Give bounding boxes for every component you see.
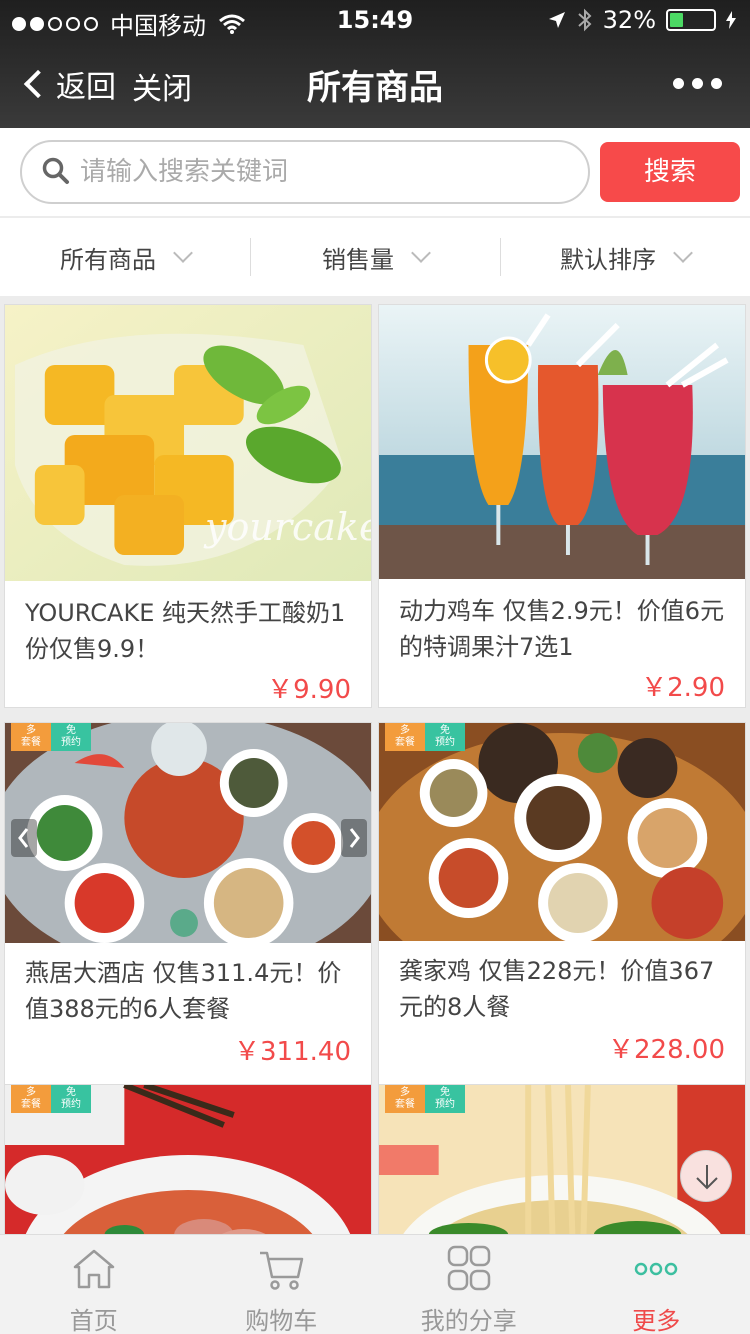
tab-cart-label: 购物车 — [245, 1307, 318, 1334]
product-image — [5, 723, 371, 943]
arrow-down-icon — [696, 1165, 718, 1190]
product-price: ￥9.90 — [267, 675, 351, 705]
tab-more[interactable]: 更多 — [563, 1235, 750, 1334]
cart-icon — [260, 1251, 304, 1290]
no-reservation-badge: 免 预约 — [425, 1085, 465, 1113]
chevron-down-icon — [173, 243, 193, 263]
search-placeholder: 请输入搜索关键词 — [80, 157, 289, 187]
filter-bar: 所有商品 销售量 默认排序 — [0, 218, 750, 296]
combo-badge: 多 套餐 — [385, 723, 425, 751]
charging-bolt-icon — [726, 11, 736, 29]
product-image — [379, 305, 745, 579]
image-watermark: yourcake — [205, 505, 372, 549]
product-title: 燕居大酒店 仅售311.4元！价值388元的6人套餐 — [25, 959, 342, 1023]
carousel-next-icon[interactable] — [341, 819, 367, 857]
combo-badge: 多 套餐 — [385, 1085, 425, 1113]
filter-sales[interactable]: 销售量 — [250, 218, 500, 296]
product-price: ￥228.00 — [608, 1035, 725, 1065]
tab-share[interactable]: 我的分享 — [375, 1235, 563, 1334]
tab-home[interactable]: 首页 — [0, 1235, 188, 1334]
product-card[interactable]: 动力鸡车 仅售2.9元！价值6元的特调果汁7选1 ￥2.90 — [378, 304, 746, 708]
combo-badge: 多 套餐 — [11, 723, 51, 751]
no-reservation-badge: 免 预约 — [51, 723, 91, 751]
nav-bar: 返回 关闭 所有商品 — [0, 40, 750, 128]
battery-percent: 32% — [602, 6, 656, 34]
chevron-down-icon — [411, 243, 431, 263]
status-bar: 中国移动 15:49 32% — [0, 0, 750, 40]
search-icon — [42, 157, 69, 184]
product-price: ￥311.40 — [234, 1037, 351, 1067]
search-button[interactable]: 搜索 — [600, 142, 740, 202]
tab-share-label: 我的分享 — [420, 1307, 517, 1334]
badge-group: 多 套餐 免 预约 — [11, 1085, 91, 1113]
badge-group: 多 套餐 免 预约 — [385, 723, 465, 751]
product-grid: yourcake YOURCAKE 纯天然手工酸奶1份仅售9.9！ ￥9.90 — [0, 298, 750, 1234]
product-title: 动力鸡车 仅售2.9元！价值6元的特调果汁7选1 — [399, 597, 725, 661]
badge-group: 多 套餐 免 预约 — [11, 723, 91, 751]
page-title: 所有商品 — [307, 68, 443, 108]
filter-sort-label: 默认排序 — [560, 245, 656, 274]
scroll-down-button[interactable] — [680, 1150, 732, 1202]
no-reservation-badge: 免 预约 — [51, 1085, 91, 1113]
location-arrow-icon — [548, 12, 565, 28]
tab-bar: 首页 购物车 我的分享 更多 — [0, 1234, 750, 1334]
grid-icon — [447, 1245, 490, 1291]
product-price: ￥2.90 — [641, 673, 725, 703]
filter-category[interactable]: 所有商品 — [0, 218, 250, 296]
carousel-prev-icon[interactable] — [11, 819, 37, 857]
product-card[interactable]: 多 套餐 免 预约 燕居大酒店 仅售311.4元！价值388元的6人套餐 ￥31… — [4, 722, 372, 1126]
bluetooth-icon — [577, 8, 592, 32]
no-reservation-badge: 免 预约 — [425, 723, 465, 751]
status-right: 32% — [547, 6, 736, 34]
filter-sales-label: 销售量 — [322, 245, 394, 274]
product-card[interactable]: 多 套餐 免 预约 — [4, 1084, 372, 1234]
battery-icon — [666, 9, 716, 31]
more-dots-icon — [635, 1262, 678, 1276]
product-image — [379, 723, 745, 941]
filter-category-label: 所有商品 — [60, 245, 156, 274]
product-title: YOURCAKE 纯天然手工酸奶1份仅售9.9！ — [25, 599, 346, 663]
search-bar: 请输入搜索关键词 搜索 — [0, 128, 750, 216]
combo-badge: 多 套餐 — [11, 1085, 51, 1113]
tab-home-label: 首页 — [69, 1307, 118, 1334]
product-card[interactable]: 多 套餐 免 预约 龚家鸡 仅售228元！价值367元的8人餐 ￥228.00 — [378, 722, 746, 1126]
badge-group: 多 套餐 免 预约 — [385, 1085, 465, 1113]
top-bar: 中国移动 15:49 32% 返回 关闭 所有商品 — [0, 0, 750, 128]
search-input[interactable]: 请输入搜索关键词 — [20, 140, 590, 204]
tab-cart[interactable]: 购物车 — [188, 1235, 376, 1334]
chevron-down-icon — [673, 243, 693, 263]
home-icon — [73, 1249, 114, 1289]
more-menu-button[interactable] — [673, 78, 722, 89]
product-title: 龚家鸡 仅售228元！价值367元的8人餐 — [399, 957, 715, 1021]
product-card[interactable]: yourcake YOURCAKE 纯天然手工酸奶1份仅售9.9！ ￥9.90 — [4, 304, 372, 708]
tab-more-label: 更多 — [632, 1307, 681, 1334]
filter-sort[interactable]: 默认排序 — [500, 218, 750, 296]
